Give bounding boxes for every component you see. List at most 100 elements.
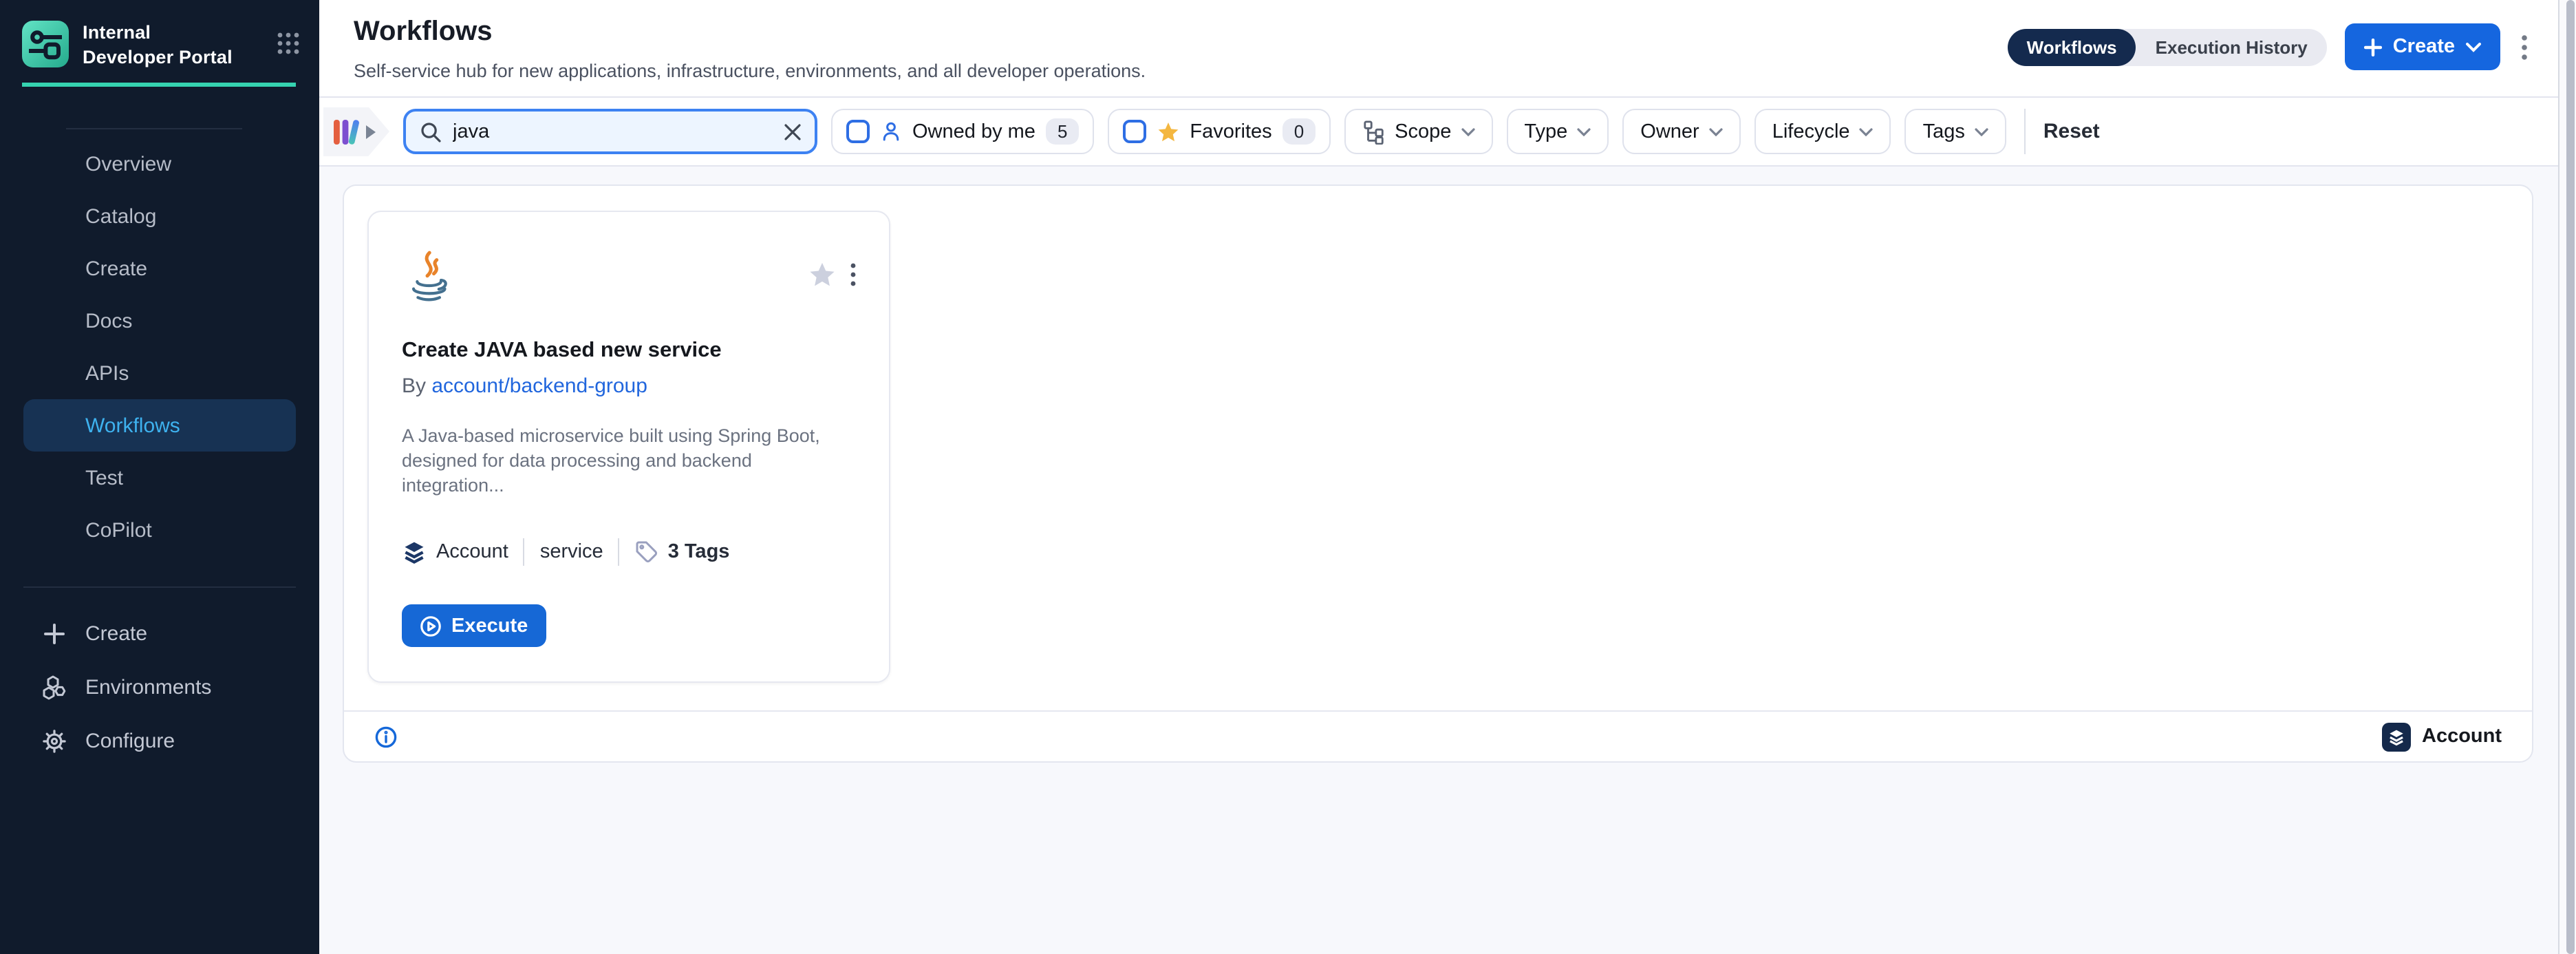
header-actions: Workflows Execution History Create [2008, 23, 2531, 70]
create-button[interactable]: Create [2345, 23, 2500, 70]
favorite-star-icon[interactable] [809, 262, 835, 288]
filter-bar: Owned by me 5 Favorites 0 [319, 98, 2558, 167]
meta-divider [619, 538, 620, 566]
chevron-down-icon [1975, 127, 1988, 136]
sidebar-nav: Overview Catalog Create Docs APIs Workfl… [0, 138, 319, 556]
scrollbar-thumb[interactable] [2566, 0, 2575, 954]
brand: Internal Developer Portal [0, 0, 319, 69]
lifecycle-dropdown-label: Lifecycle [1772, 120, 1850, 142]
tab-workflows[interactable]: Workflows [2008, 28, 2136, 65]
type-dropdown-label: Type [1524, 120, 1567, 142]
card-title: Create JAVA based new service [402, 339, 856, 363]
tags-dropdown[interactable]: Tags [1905, 109, 2006, 154]
card-kebab-icon[interactable] [850, 263, 856, 286]
brand-logo-icon [22, 21, 69, 67]
gear-icon [41, 730, 66, 753]
type-dropdown[interactable]: Type [1506, 109, 1609, 154]
brand-underline [22, 83, 296, 87]
search-input[interactable] [453, 120, 773, 142]
tags-dropdown-label: Tags [1923, 120, 1965, 142]
layers-icon [402, 540, 427, 564]
card-description: A Java-based microservice built using Sp… [402, 424, 856, 498]
hierarchy-icon [1362, 119, 1385, 144]
sidebar-item-environments[interactable]: Environments [23, 661, 296, 714]
content-area: Create JAVA based new service By account… [319, 167, 2558, 954]
workflows-panel: Create JAVA based new service By account… [343, 184, 2533, 763]
page-title: Workflows [354, 17, 1146, 48]
owner-group-link[interactable]: account/backend-group [431, 374, 647, 398]
tags-meta[interactable]: 3 Tags [635, 540, 730, 564]
play-expand-icon [366, 125, 376, 138]
card-top-row [402, 251, 856, 315]
card-meta-row: Account service [402, 538, 856, 566]
sidebar-item-overview[interactable]: Overview [23, 138, 296, 190]
app-grid-icon[interactable] [277, 32, 300, 62]
stripes-logo-icon [333, 115, 361, 148]
lifecycle-dropdown[interactable]: Lifecycle [1754, 109, 1891, 154]
sidebar-item-configure[interactable]: Configure [23, 714, 296, 768]
plus-icon [2364, 38, 2382, 56]
favorites-checkbox[interactable] [1122, 120, 1146, 143]
sidebar-bottom-label: Environments [85, 676, 211, 699]
by-prefix: By [402, 374, 426, 398]
owned-by-me-filter[interactable]: Owned by me 5 [831, 109, 1093, 154]
execute-button[interactable]: Execute [402, 604, 546, 647]
search-box [403, 109, 817, 154]
execute-button-label: Execute [451, 615, 528, 637]
sidebar-item-create[interactable]: Create [23, 242, 296, 295]
play-circle-icon [420, 615, 442, 637]
sidebar-bottom-label: Configure [85, 730, 175, 753]
person-icon [881, 121, 901, 142]
chevron-down-icon [2466, 42, 2481, 52]
scrollbar-track[interactable] [2558, 0, 2576, 954]
meta-divider [524, 538, 525, 566]
java-logo-icon [402, 251, 451, 315]
sidebar-item-workflows[interactable]: Workflows [23, 399, 296, 452]
sidebar-item-create-action[interactable]: Create [23, 607, 296, 661]
view-toggle: Workflows Execution History [2008, 28, 2327, 65]
sidebar-item-catalog[interactable]: Catalog [23, 190, 296, 242]
search-icon [420, 120, 442, 142]
create-button-label: Create [2393, 36, 2455, 58]
owner-dropdown[interactable]: Owner [1622, 109, 1740, 154]
hexagons-icon [41, 675, 66, 701]
sidebar: Internal Developer Portal Overview Catal… [0, 0, 319, 954]
account-scope-label: Account [2422, 725, 2502, 748]
sidebar-item-docs[interactable]: Docs [23, 295, 296, 347]
sidebar-divider-top [66, 128, 242, 129]
clear-search-icon[interactable] [784, 123, 801, 140]
saved-filters-expand[interactable] [323, 107, 389, 156]
favorites-filter[interactable]: Favorites 0 [1107, 109, 1330, 154]
scope-meta: Account [402, 540, 508, 564]
sidebar-bottom-nav: Create Environments [0, 588, 319, 768]
tab-execution-history[interactable]: Execution History [2136, 28, 2327, 65]
brand-title: Internal Developer Portal [83, 21, 242, 69]
sidebar-item-apis[interactable]: APIs [23, 347, 296, 399]
star-icon [1157, 120, 1179, 142]
favorites-label: Favorites [1190, 120, 1271, 142]
plus-icon [41, 624, 66, 644]
chevron-down-icon [1709, 127, 1723, 136]
chevron-down-icon [1577, 127, 1591, 136]
header-kebab-icon[interactable] [2518, 34, 2531, 60]
account-layers-icon [2382, 722, 2411, 751]
tag-icon [635, 540, 658, 564]
reset-filters-button[interactable]: Reset [2043, 120, 2100, 143]
sidebar-bottom-label: Create [85, 622, 147, 646]
page-header-text: Workflows Self-service hub for new appli… [354, 17, 1146, 81]
card-actions [809, 262, 856, 288]
card-tags-label: 3 Tags [668, 541, 730, 563]
favorites-count: 0 [1283, 118, 1315, 145]
scope-dropdown[interactable]: Scope [1344, 109, 1492, 154]
app-root: Internal Developer Portal Overview Catal… [0, 0, 2576, 954]
sidebar-item-copilot[interactable]: CoPilot [23, 504, 296, 556]
chevron-down-icon [1860, 127, 1874, 136]
owned-by-me-checkbox[interactable] [846, 120, 870, 143]
page-subtitle: Self-service hub for new applications, i… [354, 61, 1146, 81]
info-icon[interactable] [374, 725, 398, 748]
sidebar-item-test[interactable]: Test [23, 452, 296, 504]
page-header: Workflows Self-service hub for new appli… [319, 0, 2558, 98]
panel-footer: Account [344, 710, 2532, 761]
account-scope-chip[interactable]: Account [2382, 722, 2502, 751]
owned-by-me-label: Owned by me [912, 120, 1035, 142]
